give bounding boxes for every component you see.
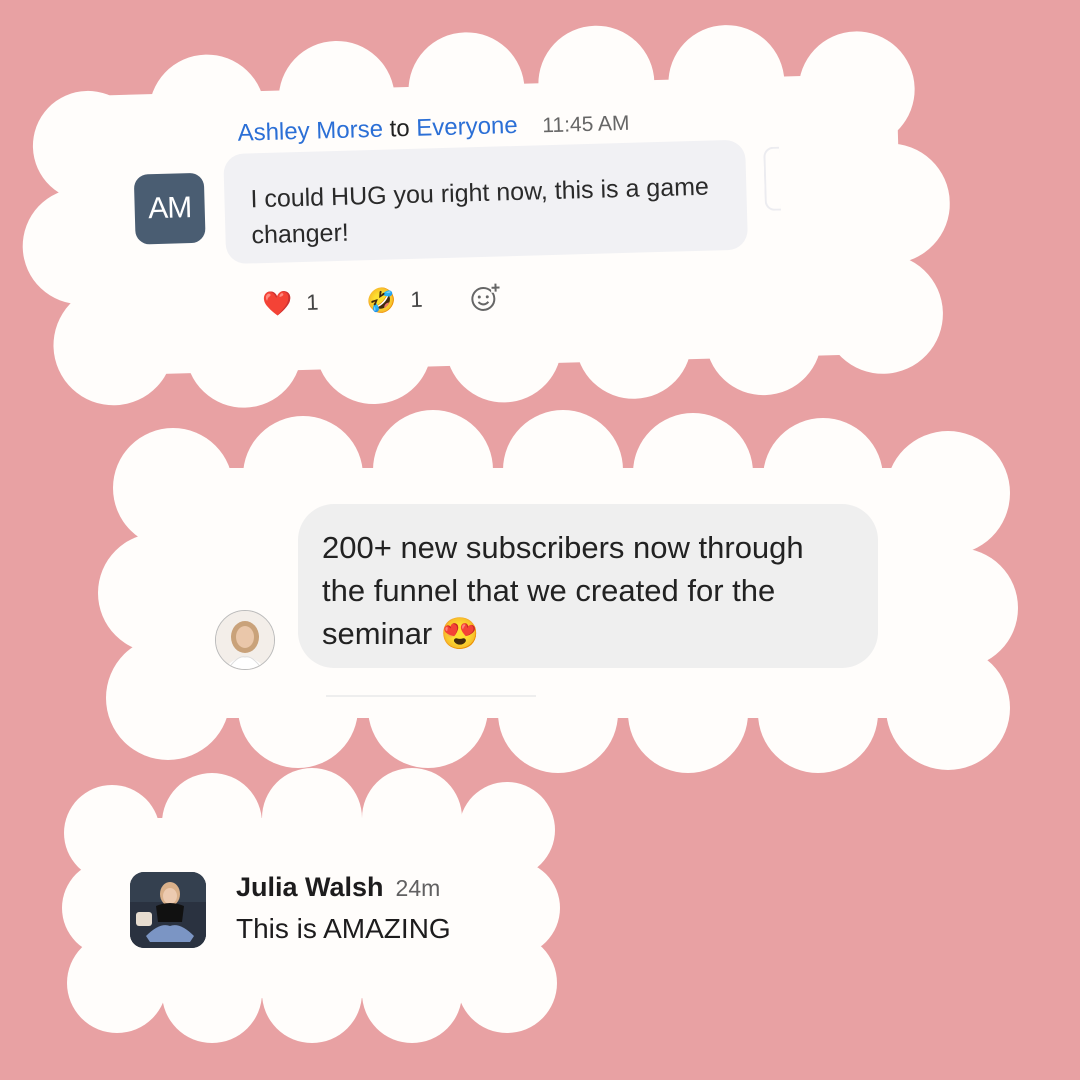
more-options-edge [763,146,781,212]
divider [326,695,536,697]
heart-emoji-icon: ❤️ [262,289,293,318]
timestamp[interactable]: 24m [396,875,441,901]
avatar[interactable] [130,872,206,948]
avatar[interactable] [215,610,275,670]
profile-photo-icon [216,611,274,669]
rofl-emoji-icon: 🤣 [366,286,397,315]
reaction-count: 1 [305,289,319,315]
add-reaction-icon[interactable] [470,282,501,313]
message-bubble: I could HUG you right now, this is a gam… [223,139,749,265]
reaction-rofl[interactable]: 🤣 1 [366,285,423,316]
slack-card: Julia Walsh 24m This is AMAZING [62,768,562,1043]
reaction-count: 1 [410,286,423,312]
profile-photo-icon [130,872,206,948]
avatar[interactable]: AM [133,172,206,245]
message-text: This is AMAZING [236,913,451,944]
timestamp: 11:45 AM [542,111,630,138]
reaction-heart[interactable]: ❤️ 1 [262,288,319,319]
sender-name[interactable]: Ashley Morse [237,116,383,147]
author-line: Julia Walsh 24m [236,872,440,903]
author-name[interactable]: Julia Walsh [236,872,384,902]
zoom-chat-card: AM Ashley Morse to Everyone 11:45 AM I c… [20,25,950,408]
recipient-name[interactable]: Everyone [416,112,518,142]
messenger-card: 200+ new subscribers now through the fun… [98,408,1018,778]
to-label: to [389,114,411,143]
message-bubble: 200+ new subscribers now through the fun… [298,504,878,668]
